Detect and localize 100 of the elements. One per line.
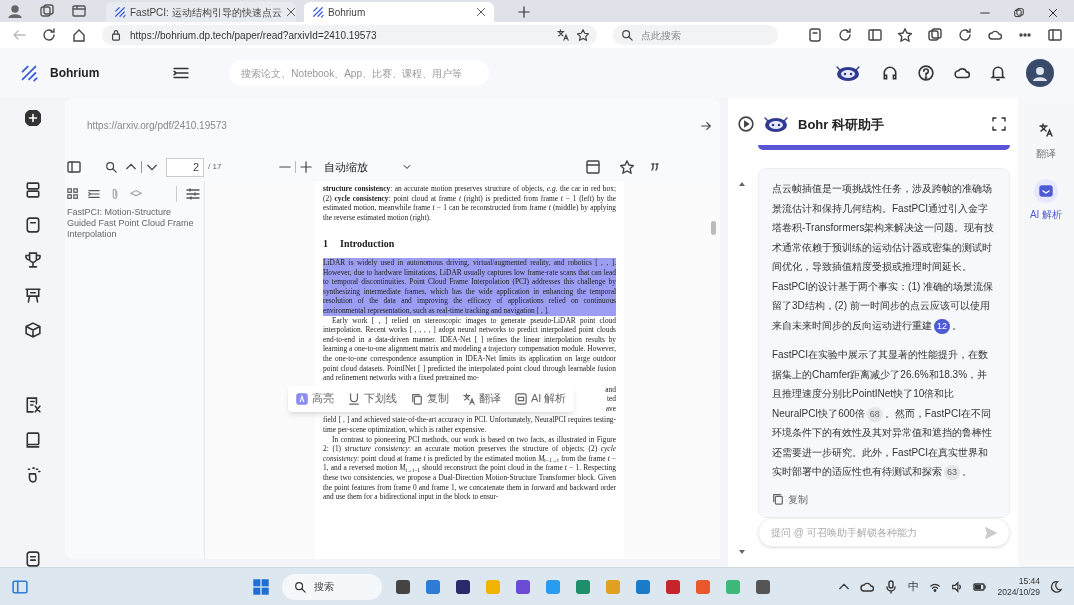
layout-icon[interactable] [586,160,601,174]
citation-badge[interactable]: 12 [934,318,950,334]
notification-icon[interactable] [990,65,1006,81]
answer-paragraph: FastPCI在实验中展示了其显著的性能提升，在数据集上的Chamfer距离减少了26.6%和18.3%，并且推理速度分别比PointINet快了10倍和比NeuralPCI快了600倍 68 。然而，FastPCI在不同环境条件下的有效性及其对异常值和遮挡的鲁棒性还需要进一步研究。此外，FastPCI在真实世界和实时部署中的适应性也有待测试和探索 63 。 [772,345,996,482]
close-icon[interactable] [285,7,296,17]
reload-icon[interactable] [42,28,56,42]
toolbar-underline-button[interactable]: 下划线 [348,393,397,406]
app-icon[interactable] [754,577,772,596]
copy-icon[interactable] [411,393,423,406]
toolbar-ai-button[interactable]: AI 解析 [515,393,567,406]
sidebar-icon[interactable] [1048,28,1062,42]
address-text: https://bohrium.dp.tech/paper/read?arxivId=2410.19573 [130,28,378,43]
browser-tab[interactable]: FastPCI: 运动结构引导的快速点云 [106,2,296,22]
app-icon[interactable] [454,577,472,596]
assistant-title: Bohr 科研助手 [798,115,884,134]
translate-icon[interactable] [463,393,475,406]
collections-icon[interactable] [928,28,942,42]
scrollbar-thumb[interactable] [711,221,716,235]
workspaces-icon[interactable] [40,4,54,18]
copy-button[interactable]: 复制 [772,489,808,510]
bohrium-logo-icon [20,64,38,82]
toolbar-translate-button[interactable]: 翻译 [463,393,501,406]
book-icon[interactable] [24,432,41,448]
avatar[interactable] [1026,59,1054,87]
microphone-icon[interactable] [884,579,899,594]
app-icon[interactable] [514,577,532,596]
split-icon[interactable] [868,28,882,42]
tab-title: FastPCI: 运动结构引导的快速点云 [130,5,282,20]
volume-icon[interactable] [951,580,964,593]
toolbar-copy-button[interactable]: 复制 [411,393,449,406]
search-icon[interactable] [621,29,633,41]
input-method-indicator[interactable]: 中 [908,578,920,595]
lock-icon[interactable] [110,29,122,41]
start-icon[interactable] [252,577,270,596]
favorite-icon[interactable] [577,29,589,41]
add-icon[interactable] [24,110,41,126]
outline-icon[interactable] [88,188,100,200]
document-icon[interactable] [24,397,41,413]
copy-icon [772,493,784,506]
taskbar-search-field[interactable]: 搜索 [282,573,382,600]
maximize-icon[interactable] [1014,8,1024,18]
sidebar-toggle-icon[interactable] [67,160,81,174]
translate-icon[interactable] [557,29,569,41]
tab-title: Bohrium [328,5,367,20]
clock-date[interactable]: 2024/10/29 [997,586,1040,598]
site-icon[interactable] [114,6,126,18]
close-icon[interactable] [476,7,486,17]
scroll-up-icon[interactable] [738,180,746,188]
search-placeholder: 搜索论文、Notebook、App、比赛、课程、用户等 [241,66,462,81]
clock-time[interactable]: 15:44 [1018,575,1040,587]
notebook-icon[interactable] [24,217,41,233]
avatar-icon [1032,65,1048,81]
citation-badge[interactable]: 63 [944,465,960,481]
address-bar[interactable]: https://bohrium.dp.tech/paper/read?arxivId=2410.19573 [102,25,597,45]
open-link-icon[interactable] [700,119,712,132]
highlight-icon[interactable] [296,393,308,406]
source-url: https://arxiv.org/pdf/2410.19573 [87,119,228,133]
trophy-icon[interactable] [24,252,41,268]
app-icon[interactable] [394,577,412,596]
browser-tab[interactable]: Bohrium [304,2,494,22]
page-count: / 17 [208,161,222,173]
database-icon[interactable] [24,182,41,198]
tab-actions-icon[interactable] [72,4,86,18]
favorites-icon[interactable] [898,28,912,42]
outline-options-icon[interactable] [186,187,200,201]
new-tab-icon[interactable] [518,6,530,18]
home-icon[interactable] [72,28,86,42]
search-label: 搜索 [314,580,334,594]
menu-icon[interactable] [173,65,190,81]
bookmark-icon[interactable] [620,160,635,174]
thumbnails-icon[interactable] [67,188,79,200]
widgets-icon[interactable] [12,578,28,595]
input-placeholder: 提问 @ 可召唤助手解锁各种能力 [771,526,918,541]
profile-icon[interactable] [8,4,22,18]
underline-icon[interactable] [348,393,360,406]
search-icon [294,580,306,593]
outline-item[interactable]: FastPCI: Motion-Structure Guided Fast Point Cloud Frame Interpolation [65,207,204,240]
help-icon[interactable] [918,65,934,81]
course-icon[interactable] [24,287,41,303]
app-icon[interactable] [664,577,682,596]
page-number-field[interactable]: 2 [166,157,204,177]
list-icon[interactable] [24,551,41,567]
refresh-icon[interactable] [838,28,852,42]
browser-search-field[interactable]: 点此搜索 [613,25,778,45]
scroll-down-icon[interactable] [738,548,746,556]
search-placeholder: 点此搜索 [641,28,681,43]
side-tool-button[interactable]: 翻译 [1034,118,1058,161]
focus-icon[interactable] [1050,580,1062,593]
support-icon[interactable] [882,65,898,81]
citation-badge[interactable]: 68 [866,406,883,422]
search-icon[interactable] [105,161,117,173]
collapse-icon[interactable] [738,116,754,133]
close-icon[interactable] [1048,8,1058,18]
zoom-dropdown[interactable]: 自动缩放 [324,157,417,177]
expand-icon[interactable] [992,117,1006,132]
side-tool-button[interactable]: AI 解析 [1029,179,1063,222]
site-icon[interactable] [312,6,324,18]
cube-icon[interactable] [24,322,41,338]
toolbar-highlight-button[interactable]: 高亮 [296,393,334,406]
zoom-in-icon[interactable] [300,161,313,173]
